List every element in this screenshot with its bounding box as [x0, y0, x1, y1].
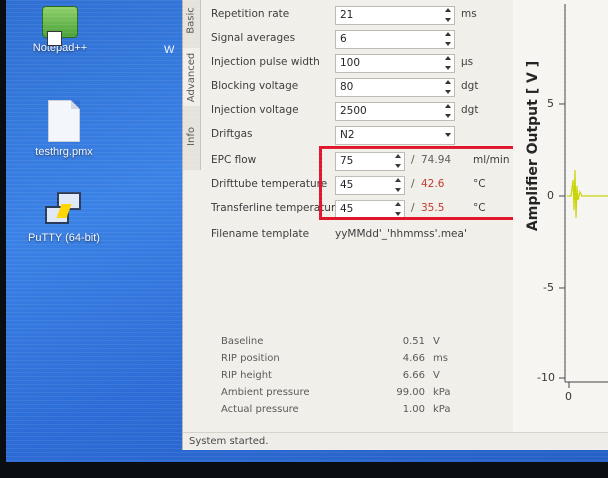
epc-flow-actual-value: 74.94 [421, 154, 452, 166]
driftgas-combobox[interactable]: N2 [335, 126, 455, 145]
desktop-icon-putty[interactable]: PuTTY (64-bit) [20, 192, 108, 244]
setting-blocking-voltage: Blocking voltage 80 dgt [211, 76, 501, 98]
x-tick-label: 0 [565, 390, 572, 403]
spinner-arrows-icon[interactable] [444, 104, 452, 118]
setting-unit: dgt [461, 80, 479, 92]
status-row: Ambient pressure 99.00 kPa [221, 387, 451, 398]
filename-template-value[interactable]: yyMMdd'_'hhmmss'.mea' [335, 228, 467, 240]
transferline-temperature-spinbox[interactable]: 45 [335, 200, 405, 219]
setting-label: Transferline temperature [211, 202, 342, 214]
status-readouts: Baseline 0.51 V RIP position 4.66 ms RIP… [221, 336, 461, 421]
desktop-icon-notepadpp[interactable]: Notepad++ [16, 6, 104, 54]
spinner-arrows-icon[interactable] [444, 8, 452, 22]
signal-trace [567, 169, 608, 219]
separator-slash: / [411, 202, 415, 214]
setting-filename-template: Filename template yyMMdd'_'hhmmss'.mea' [211, 224, 501, 246]
setting-unit: dgt [461, 104, 479, 116]
drifttube-temperature-spinbox[interactable]: 45 [335, 176, 405, 195]
status-row: Baseline 0.51 V [221, 336, 440, 347]
setting-drifttube-temperature: Drifttube temperature 45 / 42.6 °C [211, 174, 501, 196]
spinner-arrows-icon[interactable] [444, 56, 452, 70]
tab-basic[interactable]: Basic [183, 0, 200, 40]
ims-control-window: Basic Advanced Info Repetition rate 21 m… [182, 0, 608, 450]
status-row: Actual pressure 1.00 kPa [221, 404, 451, 415]
status-bar: System started. [183, 432, 608, 450]
setting-driftgas: Driftgas N2 [211, 124, 501, 146]
repetition-rate-spinbox[interactable]: 21 [335, 6, 455, 25]
setting-unit: ms [461, 8, 477, 20]
drifttube-temperature-actual-value: 42.6 [421, 178, 445, 190]
tab-advanced[interactable]: Advanced [183, 48, 200, 106]
tab-info[interactable]: Info [183, 118, 200, 154]
setting-label: Blocking voltage [211, 80, 299, 92]
separator-slash: / [411, 178, 415, 190]
setting-transferline-temperature: Transferline temperature 45 / 35.5 °C [211, 198, 501, 220]
y-tick-label: 0 [547, 189, 554, 202]
status-message: System started. [189, 436, 269, 447]
monitor-screen: Notepad++ W testhrg.pmx PuTTY (64-bit) B… [6, 0, 608, 462]
setting-signal-averages: Signal averages 6 [211, 28, 501, 50]
setting-label: EPC flow [211, 154, 257, 166]
setting-unit: °C [473, 202, 486, 214]
spinner-arrows-icon[interactable] [394, 154, 402, 168]
amplifier-output-plot: Amplifier Output [ V ] 5 0 -5 -10 0 [513, 0, 608, 432]
desktop-icon-label: testhrg.pmx [35, 146, 93, 158]
injection-voltage-spinbox[interactable]: 2500 [335, 102, 455, 121]
setting-injection-pulse-width: Injection pulse width 100 µs [211, 52, 501, 74]
setting-repetition-rate: Repetition rate 21 ms [211, 4, 501, 26]
y-tick-label: 5 [547, 97, 554, 110]
injection-pulse-width-spinbox[interactable]: 100 [335, 54, 455, 73]
desktop-icon-testhrg[interactable]: testhrg.pmx [20, 100, 108, 158]
status-row: RIP height 6.66 V [221, 370, 440, 381]
setting-epc-flow: EPC flow 75 / 74.94 ml/min [211, 150, 509, 172]
blocking-voltage-spinbox[interactable]: 80 [335, 78, 455, 97]
setting-label: Driftgas [211, 128, 253, 140]
vertical-tab-strip: Basic Advanced Info [183, 0, 201, 170]
signal-averages-spinbox[interactable]: 6 [335, 30, 455, 49]
transferline-temperature-actual-value: 35.5 [421, 202, 445, 214]
clipped-desktop-label: W [164, 44, 175, 56]
setting-label: Injection pulse width [211, 56, 320, 68]
setting-unit: °C [473, 178, 486, 190]
desktop-icon-label: PuTTY (64-bit) [28, 232, 100, 244]
spinner-arrows-icon[interactable] [394, 178, 402, 192]
notepadpp-icon [42, 6, 78, 46]
putty-icon [43, 192, 85, 228]
setting-unit: ml/min [473, 154, 510, 166]
file-icon [48, 100, 80, 142]
y-tick-label: -10 [537, 371, 555, 384]
setting-injection-voltage: Injection voltage 2500 dgt [211, 100, 501, 122]
setting-unit: µs [461, 56, 474, 68]
separator-slash: / [411, 154, 415, 166]
spinner-arrows-icon[interactable] [394, 202, 402, 216]
setting-label: Signal averages [211, 32, 296, 44]
spinner-arrows-icon[interactable] [444, 80, 452, 94]
chevron-down-icon[interactable] [445, 133, 451, 137]
y-tick-label: -5 [543, 281, 554, 294]
setting-label: Drifttube temperature [211, 178, 328, 190]
setting-label: Filename template [211, 228, 310, 240]
spinner-arrows-icon[interactable] [444, 32, 452, 46]
epc-flow-spinbox[interactable]: 75 [335, 152, 405, 171]
status-row: RIP position 4.66 ms [221, 353, 448, 364]
setting-label: Repetition rate [211, 8, 290, 20]
setting-label: Injection voltage [211, 104, 299, 116]
